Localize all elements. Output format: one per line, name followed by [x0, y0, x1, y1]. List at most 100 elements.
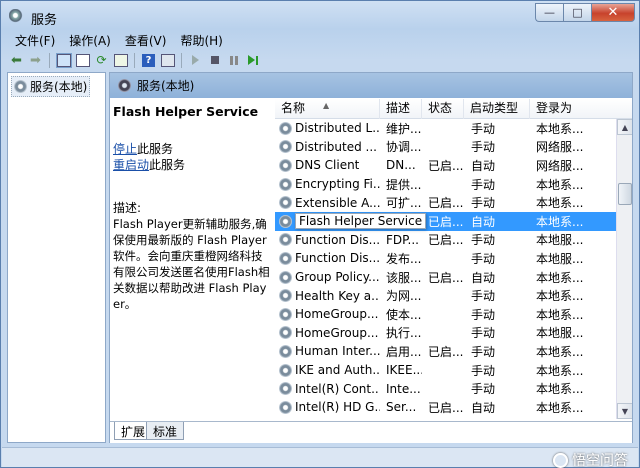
column-header-status[interactable]: 状态 — [422, 99, 464, 119]
table-row[interactable]: Function Dis... 发布... 手动 本地服... — [275, 249, 616, 268]
service-actions: 停止此服务 重启动此服务 — [113, 141, 271, 173]
export-list-icon[interactable] — [112, 52, 129, 69]
service-name: Distributed L... — [295, 121, 380, 136]
service-startup-type: 手动 — [471, 344, 496, 359]
service-startup-type: 手动 — [471, 326, 496, 341]
gear-icon — [279, 326, 292, 340]
table-row[interactable]: Flash Helper Service 已启... 自动 本地系... — [275, 211, 616, 231]
table-row[interactable]: Group Policy... 该服... 已启... 自动 本地系... — [275, 268, 616, 287]
service-description: Inte... — [386, 381, 421, 396]
service-description: Ser... — [386, 400, 417, 415]
service-log-on-as: 本地系... — [536, 307, 584, 322]
service-startup-type: 手动 — [471, 382, 496, 397]
column-header-log-on-as[interactable]: 登录为 — [530, 99, 632, 119]
maximize-button[interactable]: □ — [563, 3, 591, 22]
restart-icon[interactable] — [244, 52, 261, 69]
service-description: 为网... — [386, 289, 422, 304]
menu-help[interactable]: 帮助(H) — [173, 31, 229, 50]
table-row[interactable]: IKE and Auth... IKEE... 手动 本地系... — [275, 361, 616, 380]
toolbar: ⬅ ➡ ⟳ ? — [2, 50, 638, 70]
window-title: 服务 — [31, 13, 58, 28]
service-name: Distributed ... — [295, 139, 377, 154]
table-row[interactable]: HomeGroup... 使本... 手动 本地系... — [275, 305, 616, 324]
forward-arrow-icon[interactable]: ➡ — [27, 52, 44, 69]
gear-icon — [279, 177, 292, 191]
table-row[interactable]: DNS Client DN... 已启... 自动 网络服... — [275, 156, 616, 175]
vertical-scrollbar[interactable]: ▲ ▼ — [616, 119, 632, 419]
back-arrow-icon[interactable]: ⬅ — [8, 52, 25, 69]
services-list: 名称 ▲ 描述 状态 启动类型 登录为 Distributed L... 维护...… — [275, 99, 632, 419]
service-startup-type: 手动 — [471, 289, 496, 304]
restart-service-suffix: 此服务 — [149, 158, 186, 172]
scrollbar-thumb[interactable] — [618, 183, 632, 205]
toolbar-separator — [49, 52, 50, 68]
menu-action[interactable]: 操作(A) — [62, 31, 118, 50]
gear-icon — [279, 400, 292, 414]
column-header-name[interactable]: 名称 ▲ — [275, 99, 380, 119]
tree-item-label: 服务(本地) — [30, 80, 88, 94]
scroll-up-icon[interactable]: ▲ — [617, 119, 632, 135]
column-header-description[interactable]: 描述 — [380, 99, 422, 119]
service-name-cell: Group Policy... — [275, 270, 380, 284]
menu-view[interactable]: 查看(V) — [118, 31, 174, 50]
tab-standard[interactable]: 标准 — [146, 422, 185, 440]
stop-icon[interactable] — [206, 52, 223, 69]
wukong-logo-icon — [553, 452, 568, 468]
console-icon[interactable] — [159, 52, 176, 69]
table-row[interactable]: HomeGroup... 执行... 手动 本地服... — [275, 324, 616, 343]
restart-service-link[interactable]: 重启动 — [113, 158, 149, 172]
table-row[interactable]: Distributed ... 协调... 手动 网络服... — [275, 138, 616, 157]
service-startup-type: 自动 — [471, 400, 496, 415]
help-icon[interactable]: ? — [140, 52, 157, 69]
service-name-cell: IKE and Auth... — [275, 363, 380, 377]
properties-icon[interactable] — [74, 52, 91, 69]
tree-item-services-local[interactable]: 服务(本地) — [11, 76, 91, 97]
menu-file[interactable]: 文件(F) — [8, 31, 62, 50]
service-description-panel: Flash Helper Service 停止此服务 重启动此服务 描述: Fl… — [110, 99, 274, 419]
service-name-cell: Intel(R) Cont... — [275, 382, 380, 396]
stop-service-link[interactable]: 停止 — [113, 142, 137, 156]
service-startup-type: 自动 — [471, 270, 496, 285]
pause-icon[interactable] — [225, 52, 242, 69]
service-startup-type: 自动 — [471, 158, 496, 173]
gear-icon — [279, 196, 292, 210]
service-name: HomeGroup... — [295, 307, 379, 322]
service-description: 执行... — [386, 326, 422, 341]
minimize-button[interactable]: — — [535, 3, 563, 22]
service-startup-type: 手动 — [471, 121, 496, 136]
table-row[interactable]: Human Inter... 启用... 已启... 手动 本地系... — [275, 342, 616, 361]
service-startup-type: 手动 — [471, 140, 496, 155]
table-row[interactable]: Intel(R) Cont... Inte... 手动 本地系... — [275, 379, 616, 398]
title-bar[interactable]: 服务 — □ ✕ — [1, 1, 639, 31]
service-name-cell: DNS Client — [275, 158, 380, 172]
service-name: Intel(R) Cont... — [295, 381, 380, 396]
scroll-down-icon[interactable]: ▼ — [617, 403, 632, 419]
table-row[interactable]: Intel(R) HD G... Ser... 已启... 自动 本地系... — [275, 398, 616, 417]
gear-icon — [279, 382, 292, 396]
table-row[interactable]: Extensible A... 可扩... 已启... 手动 本地系... — [275, 193, 616, 212]
table-row[interactable]: Distributed L... 维护... 手动 本地系... — [275, 119, 616, 138]
close-button[interactable]: ✕ — [591, 3, 635, 22]
gear-icon — [279, 270, 292, 284]
services-pane: 服务(本地) Flash Helper Service 停止此服务 重启动此服务… — [109, 72, 633, 443]
show-tree-icon[interactable] — [55, 52, 72, 69]
description-label: 描述: — [113, 201, 142, 215]
view-tabs: 扩展 标准 — [110, 421, 632, 443]
table-row[interactable]: Health Key a... 为网... 手动 本地系... — [275, 286, 616, 305]
refresh-icon[interactable]: ⟳ — [93, 52, 110, 69]
start-icon[interactable] — [187, 52, 204, 69]
table-row[interactable]: Encrypting Fi... 提供... 手动 本地系... — [275, 175, 616, 194]
services-window: 服务 — □ ✕ 文件(F) 操作(A) 查看(V) 帮助(H) ⬅ ➡ ⟳ ? — [0, 0, 640, 468]
service-description: 提供... — [386, 177, 422, 192]
status-bar: 悟空问答 — [2, 447, 638, 468]
service-name: DNS Client — [295, 158, 360, 173]
gear-icon — [279, 251, 292, 265]
service-status: 已启... — [428, 270, 464, 285]
service-description: 该服... — [386, 270, 422, 285]
gear-icon — [279, 289, 292, 303]
service-log-on-as: 本地系... — [536, 344, 584, 359]
table-row[interactable]: Function Dis... FDP... 已启... 手动 本地服... — [275, 231, 616, 250]
service-log-on-as: 本地系... — [536, 382, 584, 397]
column-header-startup-type[interactable]: 启动类型 — [464, 99, 530, 119]
service-log-on-as: 本地系... — [536, 196, 584, 211]
